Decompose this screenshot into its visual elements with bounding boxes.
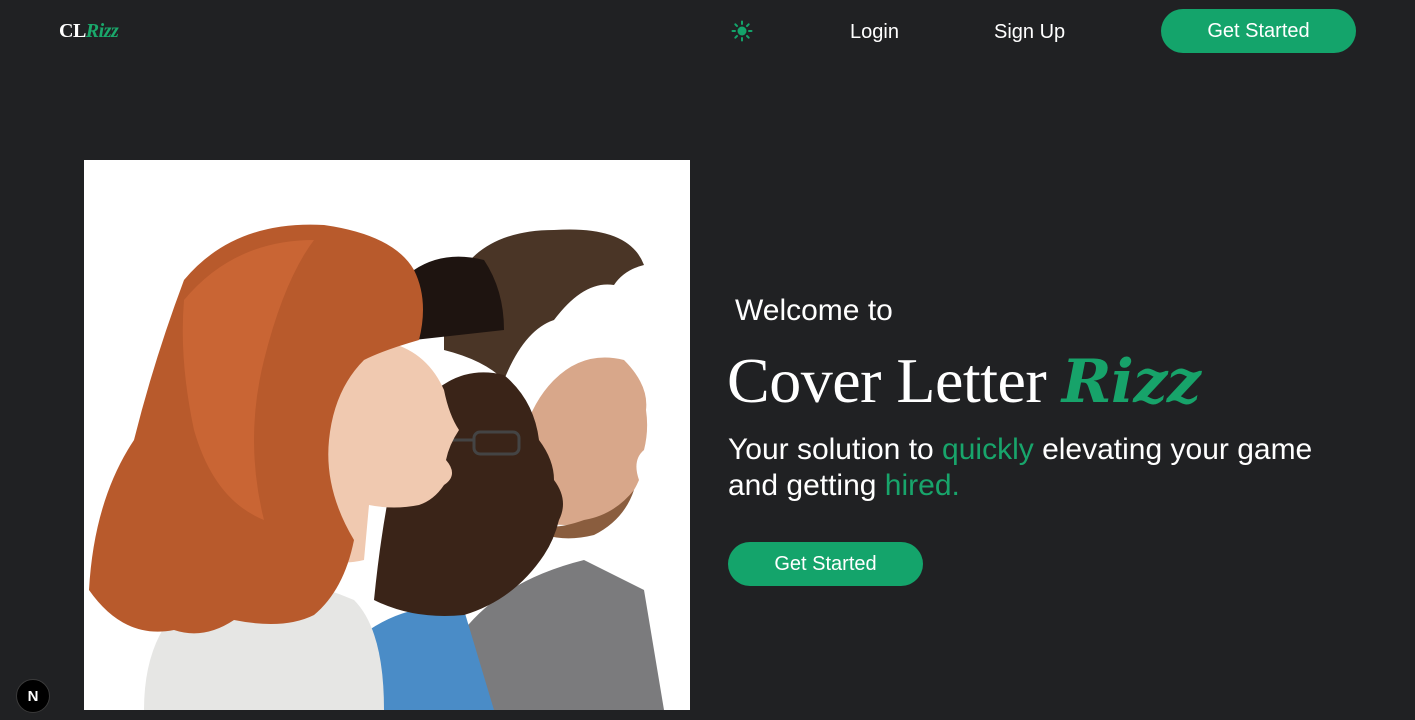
login-link[interactable]: Login: [850, 20, 899, 44]
hero-headline: Cover Letter Rizz: [727, 344, 1201, 418]
tagline-part-1: Your solution to: [728, 433, 943, 466]
landing-page: CLRizz Login Sign Up Get Started Welcome…: [0, 0, 1415, 720]
dev-indicator-badge[interactable]: N: [16, 679, 50, 713]
logo-prefix: CL: [59, 20, 86, 42]
badge-label: N: [27, 687, 39, 705]
signup-link[interactable]: Sign Up: [994, 20, 1065, 44]
hero-image: [84, 160, 690, 710]
hero-get-started-button[interactable]: Get Started: [728, 542, 923, 586]
three-profiles-photo: [84, 160, 690, 710]
headline-main: Cover Letter: [727, 345, 1062, 416]
nav-get-started-button[interactable]: Get Started: [1161, 9, 1356, 53]
theme-toggle-button[interactable]: [729, 19, 755, 45]
logo-link[interactable]: CLRizz: [59, 20, 119, 43]
tagline-highlight-hired: hired.: [884, 469, 960, 502]
headline-accent: Rizz: [1061, 347, 1201, 417]
tagline-highlight-quickly: quickly: [942, 433, 1034, 466]
hero-tagline: Your solution to quickly elevating your …: [728, 432, 1348, 504]
sun-icon: [731, 20, 753, 45]
logo-suffix: Rizz: [85, 20, 119, 42]
welcome-text: Welcome to: [735, 294, 893, 327]
